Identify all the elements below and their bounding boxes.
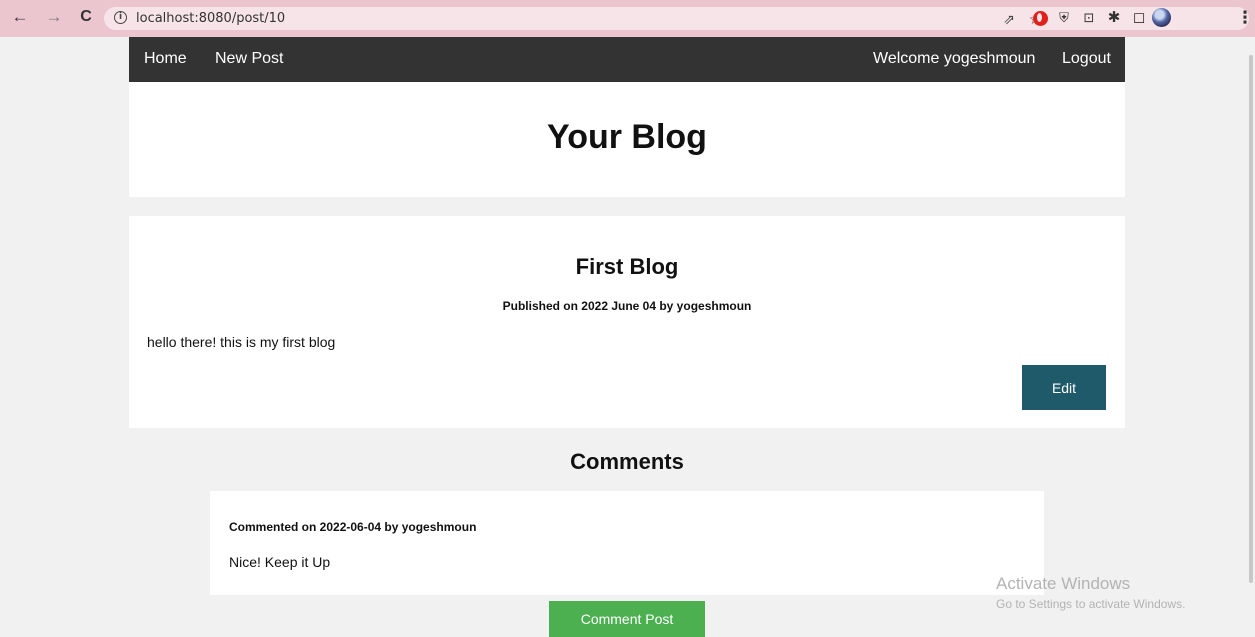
nav-home-link[interactable]: Home (144, 50, 187, 68)
forward-arrow-icon[interactable]: → (43, 6, 65, 28)
browser-menu-icon[interactable]: ⋮ (1234, 7, 1255, 29)
activate-windows-title: Activate Windows (996, 574, 1131, 593)
nav-new-post-link[interactable]: New Post (215, 50, 283, 68)
reload-icon[interactable]: C (75, 6, 97, 28)
site-info-icon[interactable]: i (114, 11, 127, 24)
comment-body: Nice! Keep it Up (229, 554, 331, 570)
nav-logout-link[interactable]: Logout (1062, 50, 1111, 68)
nav-welcome-link[interactable]: Welcome yogeshmoun (873, 50, 1035, 68)
extensions-puzzle-icon[interactable]: ✱ (1103, 7, 1125, 29)
comment-item: Commented on 2022-06-04 by yogeshmoun Ni… (210, 491, 1044, 595)
page-scrollbar[interactable] (1247, 37, 1255, 637)
side-panel-icon[interactable]: ◻ (1128, 7, 1150, 29)
comment-meta: Commented on 2022-06-04 by yogeshmoun (229, 520, 477, 534)
page-title: Your Blog (547, 118, 707, 156)
edit-button[interactable]: Edit (1022, 365, 1106, 410)
post-title: First Blog (575, 254, 679, 279)
post-body: hello there! this is my first blog (147, 334, 336, 350)
share-icon[interactable]: ⇗ (1000, 10, 1018, 28)
site-navbar: Home New Post Welcome yogeshmoun Logout (129, 37, 1125, 82)
comment-post-button[interactable]: Comment Post (549, 601, 705, 637)
wallet-extension-icon[interactable]: ⊡ (1078, 7, 1100, 29)
scrollbar-thumb[interactable] (1249, 55, 1253, 583)
activate-windows-subtitle: Go to Settings to activate Windows. (996, 597, 1186, 611)
back-arrow-icon[interactable]: ← (9, 6, 31, 28)
vpn-extension-icon[interactable]: ⛨ (1053, 7, 1075, 29)
url-text[interactable]: localhost:8080/post/10 (136, 11, 285, 26)
header-card: Your Blog (129, 82, 1125, 197)
opera-extension-icon[interactable] (1033, 11, 1048, 26)
profile-avatar-icon[interactable] (1152, 8, 1171, 27)
browser-toolbar: ← → C i localhost:8080/post/10 ⇗ ☆ ⛨ ⊡ ✱… (0, 0, 1255, 37)
post-card: First Blog Published on 2022 June 04 by … (129, 216, 1125, 428)
comments-heading: Comments (570, 449, 684, 474)
post-meta: Published on 2022 June 04 by yogeshmoun (502, 299, 752, 313)
